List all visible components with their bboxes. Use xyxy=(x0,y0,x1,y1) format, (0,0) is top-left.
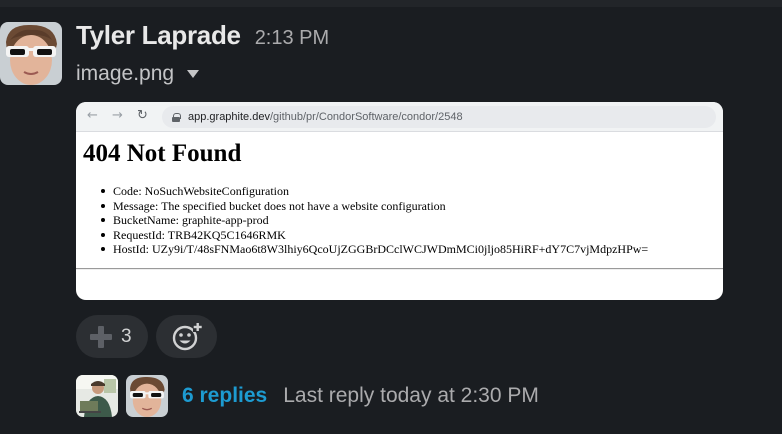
reaction-count: 3 xyxy=(121,325,132,347)
add-reaction-button[interactable] xyxy=(156,315,217,358)
message-timestamp[interactable]: 2:13 PM xyxy=(255,27,329,50)
last-reply-text: Last reply today at 2:30 PM xyxy=(283,384,539,407)
error-detail-item: BucketName: graphite-app-prod xyxy=(101,213,648,228)
chevron-down-icon[interactable] xyxy=(187,70,200,78)
forward-arrow-icon: → xyxy=(112,108,123,123)
reload-icon: ↻ xyxy=(137,108,148,123)
error-detail-item: RequestId: TRB42KQ5C1646RMK xyxy=(101,228,648,243)
url-host: app.graphite.dev xyxy=(188,111,270,123)
address-bar: app.graphite.dev/github/pr/CondorSoftwar… xyxy=(162,106,716,128)
error-heading: 404 Not Found xyxy=(83,140,242,167)
browser-toolbar: ← → ↻ app.graphite.dev/github/pr/CondorS… xyxy=(76,102,723,132)
author-name[interactable]: Tyler Laprade xyxy=(76,20,241,51)
back-arrow-icon: ← xyxy=(87,108,98,123)
lock-icon xyxy=(172,112,181,122)
reactions-bar: 3 xyxy=(76,315,217,358)
image-attachment[interactable]: ← → ↻ app.graphite.dev/github/pr/CondorS… xyxy=(76,102,723,300)
plus-icon xyxy=(90,325,112,348)
error-detail-item: Message: The specified bucket does not h… xyxy=(101,199,648,214)
avatar[interactable] xyxy=(0,22,62,85)
file-name[interactable]: image.png xyxy=(76,62,174,86)
url-path: /github/pr/CondorSoftware/condor/2548 xyxy=(269,111,463,123)
top-divider xyxy=(0,0,782,7)
reaction-plus-button[interactable]: 3 xyxy=(76,315,148,358)
replier-avatar[interactable] xyxy=(126,375,168,417)
error-detail-item: HostId: UZy9i/T/48sFNMao6t8W3lhiy6QcoUjZ… xyxy=(101,242,648,257)
add-reaction-icon xyxy=(172,321,202,350)
replier-avatar[interactable] xyxy=(76,375,118,417)
error-detail-item: Code: NoSuchWebsiteConfiguration xyxy=(101,184,648,199)
error-details-list: Code: NoSuchWebsiteConfiguration Message… xyxy=(101,184,648,257)
thread-summary: 6 replies Last reply today at 2:30 PM xyxy=(76,375,539,417)
page-divider xyxy=(76,268,723,270)
message-header: Tyler Laprade 2:13 PM xyxy=(76,20,329,52)
replies-link[interactable]: 6 replies xyxy=(182,384,267,408)
file-title-row: image.png xyxy=(76,62,200,86)
